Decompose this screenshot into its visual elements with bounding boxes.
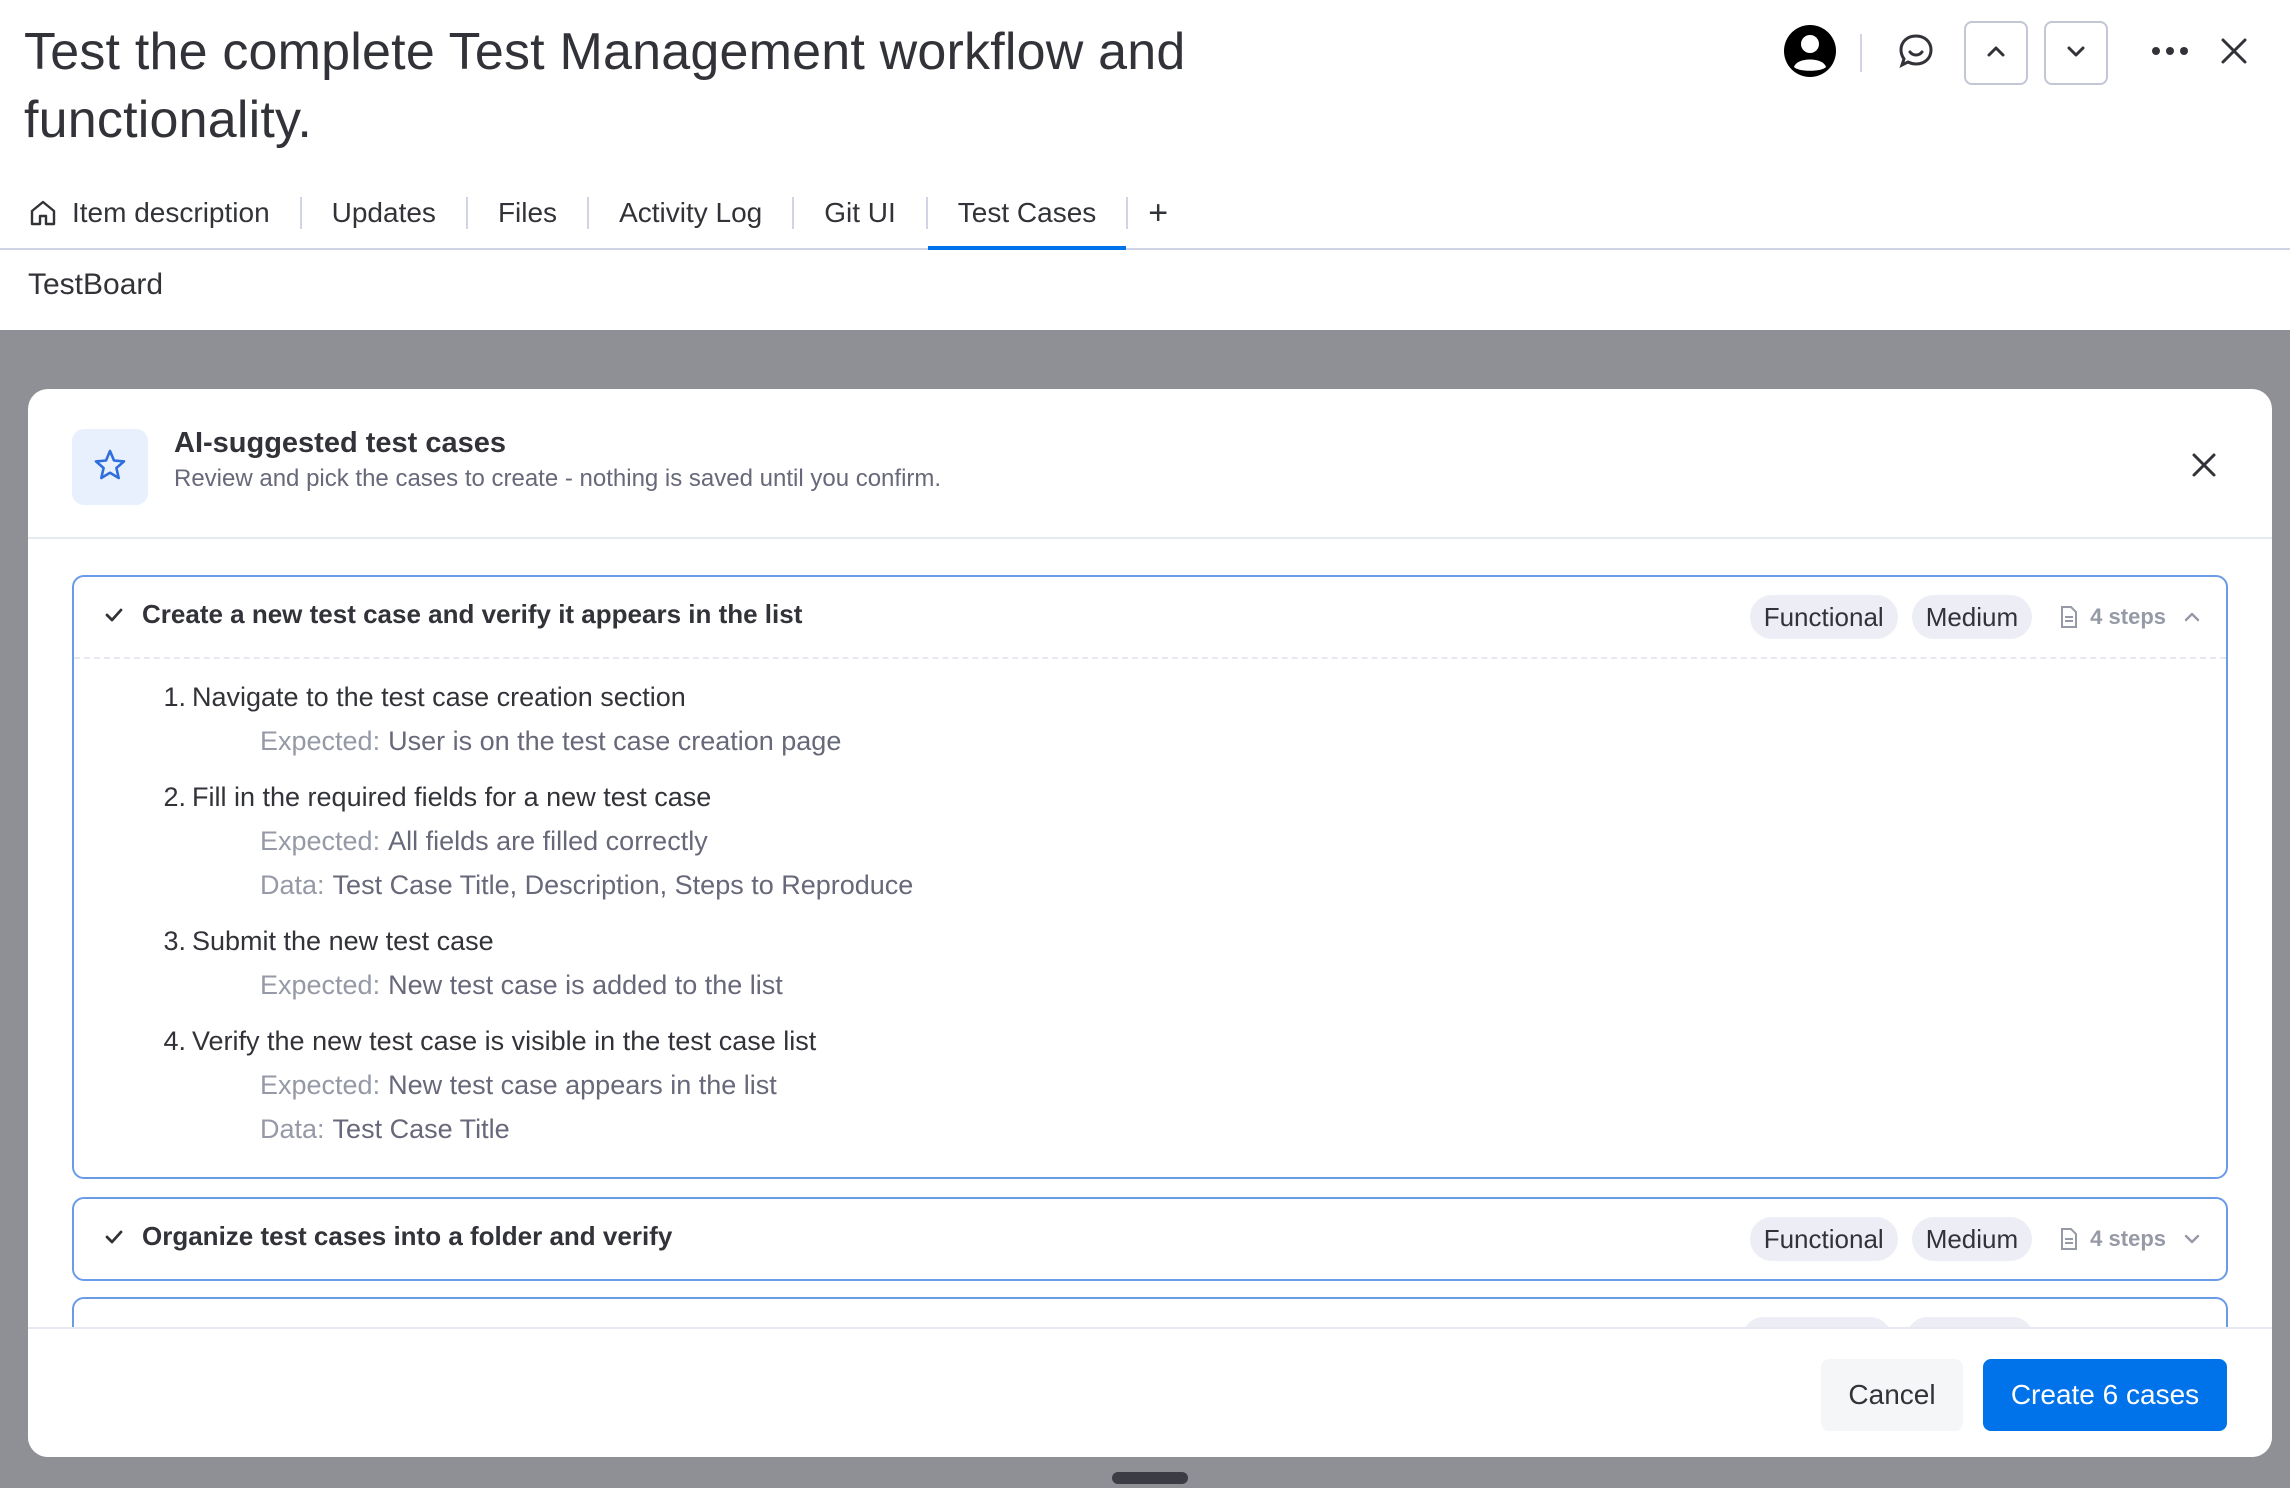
step-item: 2. Fill in the required fields for a new … (156, 775, 913, 907)
chevron-down-icon (2062, 37, 2090, 70)
step-action: 2. Fill in the required fields for a new … (163, 782, 712, 812)
step-action: 3. Submit the new test case (163, 926, 494, 956)
step-expected: Expected: All fields are filled correctly (260, 826, 708, 856)
item-header: Test the complete Test Management workfl… (0, 0, 2290, 330)
updates-button[interactable] (1884, 21, 1948, 85)
header-divider (1860, 34, 1862, 72)
divider (74, 657, 2226, 659)
test-case-meta: Functional Medium 4 steps (1736, 1217, 2202, 1261)
step-expected: Expected: User is on the test case creati… (260, 726, 842, 756)
close-item-button[interactable] (2202, 21, 2266, 85)
star-icon (93, 448, 127, 487)
test-case-header[interactable]: Create a new test case and verify it app… (74, 577, 2226, 657)
document-icon (2060, 606, 2078, 628)
test-case-header[interactable]: Organize test cases into a folder and ve… (74, 1199, 2226, 1279)
previous-item-button[interactable] (1964, 21, 2028, 85)
tab-updates[interactable]: Updates (302, 178, 466, 248)
close-icon (2218, 35, 2250, 72)
home-icon (28, 198, 58, 228)
add-tab-button[interactable]: + (1128, 178, 1188, 248)
item-tabs: Item description Updates Files Activity … (0, 178, 2290, 250)
chevron-up-icon (2182, 607, 2202, 627)
tab-git-ui[interactable]: Git UI (794, 178, 926, 248)
case-select-checkbox[interactable] (100, 603, 128, 631)
type-tag (1742, 1317, 1892, 1327)
modal-footer: Cancel Create 6 cases (28, 1327, 2272, 1457)
steps-toggle[interactable]: 4 steps (2060, 1226, 2202, 1252)
more-options-button[interactable] (2138, 21, 2202, 85)
step-action: 1. Navigate to the test case creation sec… (163, 682, 686, 712)
header-actions (1778, 20, 2266, 86)
case-select-checkbox[interactable] (100, 1225, 128, 1253)
steps-count: 4 steps (2090, 1226, 2166, 1251)
test-case-card[interactable]: Create a new test case and verify it app… (72, 575, 2228, 1179)
priority-tag (1906, 1317, 2034, 1327)
check-icon (103, 604, 125, 631)
more-horizontal-icon (2150, 44, 2190, 62)
tab-activity-log[interactable]: Activity Log (589, 178, 792, 248)
steps-count: 4 steps (2090, 604, 2166, 629)
resize-handle[interactable] (1112, 1472, 1188, 1484)
modal-title: AI-suggested test cases (174, 427, 507, 459)
ai-suggestions-modal: AI-suggested test cases Review and pick … (28, 389, 2272, 1457)
chevron-up-icon (1982, 37, 2010, 70)
check-icon (103, 1226, 125, 1253)
chat-icon (1896, 31, 1936, 76)
priority-tag: Medium (1911, 1217, 2033, 1261)
test-case-card[interactable]: Organize test cases into a folder and ve… (72, 1197, 2228, 1281)
modal-close-button[interactable] (2176, 439, 2232, 495)
tab-label: Git UI (824, 197, 896, 228)
next-item-button[interactable] (2044, 21, 2108, 85)
tab-label: Test Cases (957, 197, 1097, 228)
step-expected: Expected: New test case is added to the l… (260, 970, 783, 1000)
tab-item-description[interactable]: Item description (0, 178, 300, 248)
type-tag: Functional (1749, 595, 1898, 639)
test-case-meta: Functional Medium 4 steps (1736, 595, 2202, 639)
plus-icon: + (1148, 193, 1169, 232)
step-action: 4. Verify the new test case is visible in… (163, 1026, 817, 1056)
cancel-button[interactable]: Cancel (1821, 1359, 1963, 1431)
modal-subtitle: Review and pick the cases to create - no… (174, 465, 942, 492)
tab-label: Item description (72, 197, 270, 228)
close-icon (2189, 450, 2219, 485)
tab-label: Files (497, 197, 558, 228)
test-case-card[interactable] (72, 1297, 2228, 1327)
step-data: Data: Test Case Title (260, 1114, 510, 1144)
board-name: TestBoard (28, 268, 164, 301)
tab-label: Activity Log (619, 197, 763, 228)
steps-list: 1. Navigate to the test case creation sec… (156, 675, 913, 1163)
modal-header: AI-suggested test cases Review and pick … (28, 389, 2272, 539)
steps-toggle[interactable]: 4 steps (2060, 604, 2202, 630)
chevron-down-icon (2182, 1229, 2202, 1249)
step-item: 1. Navigate to the test case creation sec… (156, 675, 913, 763)
tab-files[interactable]: Files (468, 178, 587, 248)
assignee-avatar[interactable] (1778, 21, 1842, 85)
step-expected: Expected: New test case appears in the li… (260, 1070, 777, 1100)
document-icon (2060, 1228, 2078, 1250)
person-icon (1782, 23, 1838, 84)
ai-badge (72, 429, 148, 505)
create-cases-button[interactable]: Create 6 cases (1983, 1359, 2227, 1431)
test-case-meta (1728, 1317, 2202, 1327)
tab-test-cases[interactable]: Test Cases (927, 178, 1127, 250)
priority-tag: Medium (1911, 595, 2033, 639)
type-tag: Functional (1749, 1217, 1898, 1261)
tab-label: Updates (331, 197, 436, 228)
test-case-title: Create a new test case and verify it app… (142, 599, 803, 629)
step-item: 4. Verify the new test case is visible in… (156, 1019, 913, 1151)
step-item: 3. Submit the new test case Expected: New … (156, 919, 913, 1007)
test-case-title: Organize test cases into a folder and ve… (142, 1221, 673, 1251)
step-data: Data: Test Case Title, Description, Steps… (260, 870, 914, 900)
item-title[interactable]: Test the complete Test Management workfl… (24, 18, 1324, 154)
modal-body[interactable]: Create a new test case and verify it app… (28, 541, 2272, 1327)
test-case-header[interactable] (74, 1299, 2226, 1327)
